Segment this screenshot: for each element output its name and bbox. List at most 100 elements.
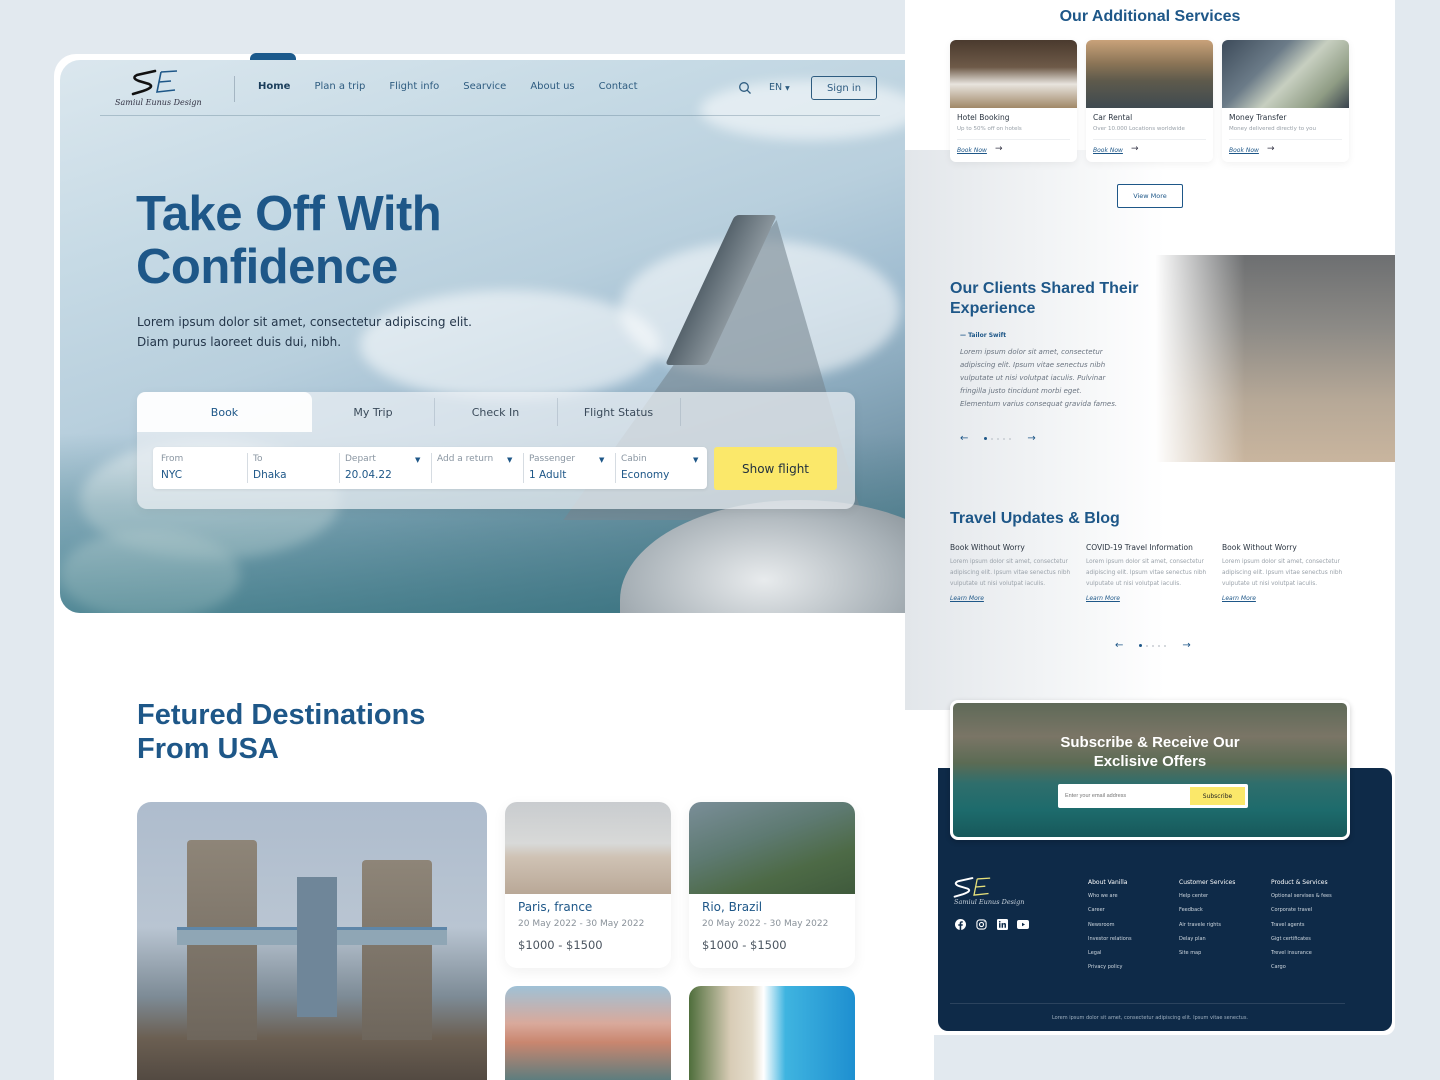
youtube-icon[interactable]: [1017, 918, 1029, 930]
language-selector[interactable]: EN ▼: [769, 82, 790, 93]
from-value: NYC: [161, 469, 183, 481]
pager-dot[interactable]: [984, 437, 988, 440]
arrow-left-icon[interactable]: ←: [960, 433, 968, 444]
learn-more-link[interactable]: Learn More: [1086, 595, 1214, 602]
nav-home[interactable]: Home: [258, 81, 290, 92]
pager-dot[interactable]: [991, 437, 994, 440]
clients-title: Our Clients Shared Their Experience: [950, 279, 1138, 319]
to-field[interactable]: To Dhaka: [245, 447, 337, 489]
tab-flight-status[interactable]: Flight Status: [557, 392, 680, 432]
destination-london-image[interactable]: [137, 802, 487, 1080]
from-field[interactable]: From NYC: [153, 447, 245, 489]
pager-dot[interactable]: [1146, 644, 1149, 647]
blog-post-title[interactable]: Book Without Worry: [1222, 543, 1350, 552]
hero-section: Samiul Eunus Design Home Plan a trip Fli…: [60, 60, 932, 613]
pager-dot[interactable]: [1139, 644, 1143, 647]
hero-title-line-1: Take Off With: [136, 187, 442, 241]
footer-link[interactable]: Travel agents: [1271, 922, 1332, 928]
arrow-right-icon[interactable]: →: [1027, 433, 1035, 444]
instagram-icon[interactable]: [975, 918, 987, 930]
book-now-link[interactable]: Book Now: [1229, 147, 1259, 154]
footer-copyright: Lorem ipsum dolor sit amet, consectetur …: [1051, 1015, 1249, 1021]
footer-link[interactable]: Delay plan: [1179, 936, 1235, 942]
depart-field[interactable]: Depart 20.04.22 ▼: [337, 447, 429, 489]
footer-link[interactable]: Career: [1088, 907, 1132, 913]
nav-plan-a-trip[interactable]: Plan a trip: [314, 81, 365, 92]
pager-dot[interactable]: [997, 437, 1000, 440]
clients-title-line-2: Experience: [950, 300, 1036, 317]
clients-title-line-1: Our Clients Shared Their: [950, 280, 1139, 297]
service-card-hotel[interactable]: Hotel Booking Up to 50% off on hotels Bo…: [950, 40, 1077, 162]
footer-link[interactable]: Privacy policy: [1088, 964, 1132, 970]
arrow-right-icon[interactable]: →: [1182, 640, 1190, 651]
flight-booking-widget: Book My Trip Check In Flight Status From…: [137, 392, 855, 509]
sign-in-button[interactable]: Sign in: [811, 76, 877, 100]
pager-dot[interactable]: [1164, 644, 1167, 647]
book-now-link[interactable]: Book Now: [1093, 147, 1123, 154]
footer-link[interactable]: Air travele rights: [1179, 922, 1235, 928]
subscribe-title: Subscribe & Receive Our Exclisive Offers: [953, 733, 1347, 771]
pager-dot[interactable]: [1152, 644, 1155, 647]
tab-check-in[interactable]: Check In: [434, 392, 557, 432]
footer-link[interactable]: Site map: [1179, 950, 1235, 956]
arrow-left-icon[interactable]: ←: [1115, 640, 1123, 651]
book-now-link[interactable]: Book Now: [957, 147, 987, 154]
nav-about-us[interactable]: About us: [530, 81, 574, 92]
email-input[interactable]: [1058, 784, 1188, 808]
return-field[interactable]: Add a return ▼: [429, 447, 521, 489]
footer-brand-name: Samiul Eunus Design: [954, 898, 1025, 906]
footer-link[interactable]: Gigt certificates: [1271, 936, 1332, 942]
footer-link[interactable]: Feedback: [1179, 907, 1235, 913]
subscribe-banner: Subscribe & Receive Our Exclisive Offers…: [950, 700, 1350, 840]
destination-venice-image[interactable]: [505, 986, 671, 1080]
service-card-car[interactable]: Car Rental Over 10.000 Locations worldwi…: [1086, 40, 1213, 162]
footer-link[interactable]: Investor relations: [1088, 936, 1132, 942]
tab-my-trip[interactable]: My Trip: [312, 392, 434, 432]
depart-label: Depart: [345, 454, 376, 464]
footer-link[interactable]: Corporate travel: [1271, 907, 1332, 913]
destination-card-rio[interactable]: Rio, Brazil 20 May 2022 - 30 May 2022 $1…: [689, 802, 855, 968]
footer-link[interactable]: Who we are: [1088, 893, 1132, 899]
search-icon[interactable]: [738, 81, 752, 95]
cabin-field[interactable]: Cabin Economy ▼: [613, 447, 707, 489]
blog-post-title[interactable]: COVID-19 Travel Information: [1086, 543, 1214, 552]
learn-more-link[interactable]: Learn More: [950, 595, 1078, 602]
social-links: [954, 918, 1029, 930]
footer-link[interactable]: Newsroom: [1088, 922, 1132, 928]
destination-card-paris[interactable]: Paris, france 20 May 2022 - 30 May 2022 …: [505, 802, 671, 968]
blog-post-title[interactable]: Book Without Worry: [950, 543, 1078, 552]
destination-beach-image[interactable]: [689, 986, 855, 1080]
nav-contact[interactable]: Contact: [599, 81, 638, 92]
footer-link[interactable]: Legal: [1088, 950, 1132, 956]
brand-logo[interactable]: Samiul Eunus Design: [115, 68, 205, 112]
booking-fields: From NYC To Dhaka Depart 20.04.22 ▼ Add …: [153, 447, 707, 489]
footer-link[interactable]: Trevel insurance: [1271, 950, 1332, 956]
arrow-right-icon[interactable]: →: [995, 144, 1003, 154]
tab-book[interactable]: Book: [137, 392, 312, 432]
pager-dot[interactable]: [1003, 437, 1006, 440]
footer-link[interactable]: Help center: [1179, 893, 1235, 899]
arrow-right-icon[interactable]: →: [1267, 144, 1275, 154]
blog-post-body: Lorem ipsum dolor sit amet, consectetur …: [1222, 559, 1343, 587]
subscribe-button[interactable]: Subscribe: [1190, 787, 1245, 805]
learn-more-link[interactable]: Learn More: [1222, 595, 1350, 602]
facebook-icon[interactable]: [954, 918, 966, 930]
testimonial-pager: ← →: [960, 433, 1036, 444]
arrow-right-icon[interactable]: →: [1131, 144, 1139, 154]
passenger-field[interactable]: Passenger 1 Adult ▼: [521, 447, 613, 489]
service-card-money[interactable]: Money Transfer Money delivered directly …: [1222, 40, 1349, 162]
footer-link[interactable]: Optional servises & fees: [1271, 893, 1332, 899]
show-flight-button[interactable]: Show flight: [714, 447, 837, 490]
nav-flight-info[interactable]: Flight info: [389, 81, 439, 92]
pager-dot[interactable]: [1009, 437, 1012, 440]
destination-name: Rio, Brazil: [702, 900, 763, 914]
footer-link[interactable]: Cargo: [1271, 964, 1332, 970]
nav-service[interactable]: Searvice: [463, 81, 506, 92]
featured-title-line-1: Fetured Destinations: [137, 699, 426, 731]
depart-value: 20.04.22: [345, 469, 392, 481]
view-more-button[interactable]: View More: [1117, 184, 1183, 208]
footer-logo-mark-icon[interactable]: [953, 875, 995, 899]
testimonial-quote: Lorem ipsum dolor sit amet, consectetur …: [960, 348, 1118, 408]
linkedin-icon[interactable]: [996, 918, 1008, 930]
pager-dot[interactable]: [1158, 644, 1161, 647]
